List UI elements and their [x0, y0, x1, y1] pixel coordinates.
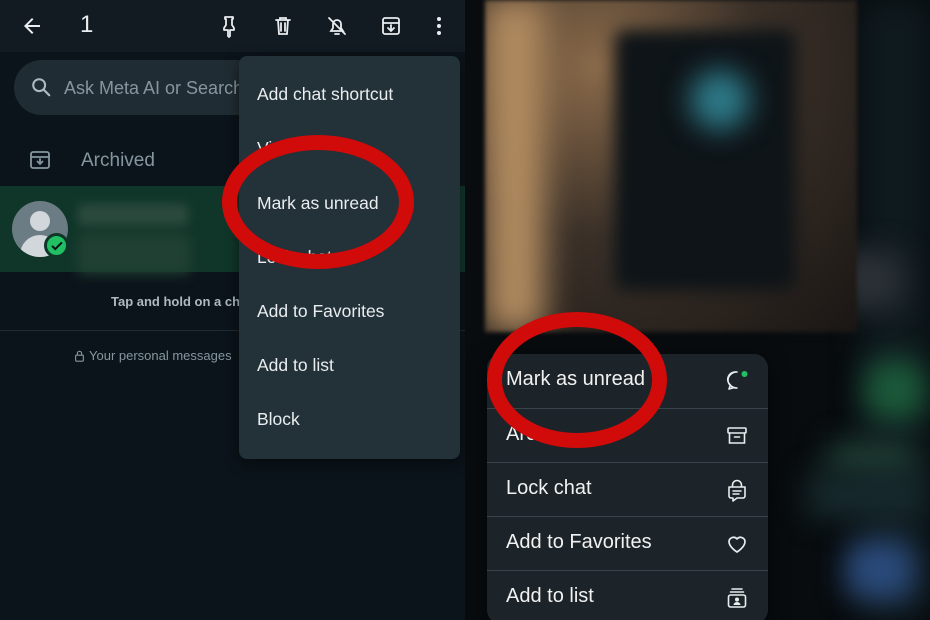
selection-toolbar: 1 — [0, 0, 465, 52]
search-icon — [32, 78, 51, 97]
ios-screen: Mark as unread Arc Lock chat Add to Favo… — [465, 0, 930, 620]
highlight-circle-left — [222, 135, 414, 269]
lock-chat-icon — [728, 479, 746, 502]
menu-item-label: Lock chat — [506, 477, 592, 499]
heart-icon — [728, 536, 746, 553]
hint-text: Tap and hold on a cha — [111, 294, 248, 309]
menu-item-add-to-list[interactable]: Add to list — [257, 355, 334, 376]
menu-item-add-to-list[interactable]: Add to list — [487, 570, 768, 620]
lock-icon — [75, 350, 84, 362]
menu-item-label: Add to Favorites — [506, 531, 652, 553]
background-blur — [865, 360, 925, 420]
privacy-text: Your personal messages — [89, 348, 232, 363]
background-blur — [845, 540, 915, 600]
archive-icon[interactable] — [377, 12, 405, 40]
pin-icon[interactable] — [215, 12, 243, 40]
privacy-note: Your personal messages — [74, 348, 232, 363]
background-blur — [860, 0, 930, 620]
delete-icon[interactable] — [269, 12, 297, 40]
menu-item-add-to-favorites[interactable]: Add to Favorites — [257, 301, 384, 322]
archive-box-icon — [30, 151, 50, 169]
selected-count: 1 — [80, 11, 94, 38]
archive-icon — [727, 427, 747, 444]
android-screen: 1 Ask Meta AI or Search Archived Tap and… — [0, 0, 465, 620]
list-icon — [727, 588, 747, 608]
archived-label: Archived — [81, 150, 155, 171]
search-placeholder: Ask Meta AI or Search — [64, 78, 244, 98]
menu-item-label: Add to list — [506, 585, 594, 607]
unread-chat-icon — [726, 371, 748, 390]
search-bar[interactable]: Ask Meta AI or Search — [14, 60, 264, 115]
mute-notifications-icon[interactable] — [323, 12, 351, 40]
menu-item-add-chat-shortcut[interactable]: Add chat shortcut — [257, 84, 393, 105]
menu-item-lock-chat[interactable]: Lock chat — [487, 462, 768, 516]
highlight-circle-right — [487, 312, 667, 448]
blurred-contact-name — [78, 204, 188, 226]
more-options-icon[interactable] — [425, 12, 453, 40]
blurred-message-preview — [78, 234, 190, 274]
selected-check-icon — [44, 233, 69, 258]
blurred-message-preview-image — [485, 0, 857, 332]
menu-item-block[interactable]: Block — [257, 409, 300, 430]
menu-item-add-to-favorites[interactable]: Add to Favorites — [487, 516, 768, 570]
background-blur — [805, 470, 925, 520]
back-arrow-icon[interactable] — [18, 12, 46, 40]
